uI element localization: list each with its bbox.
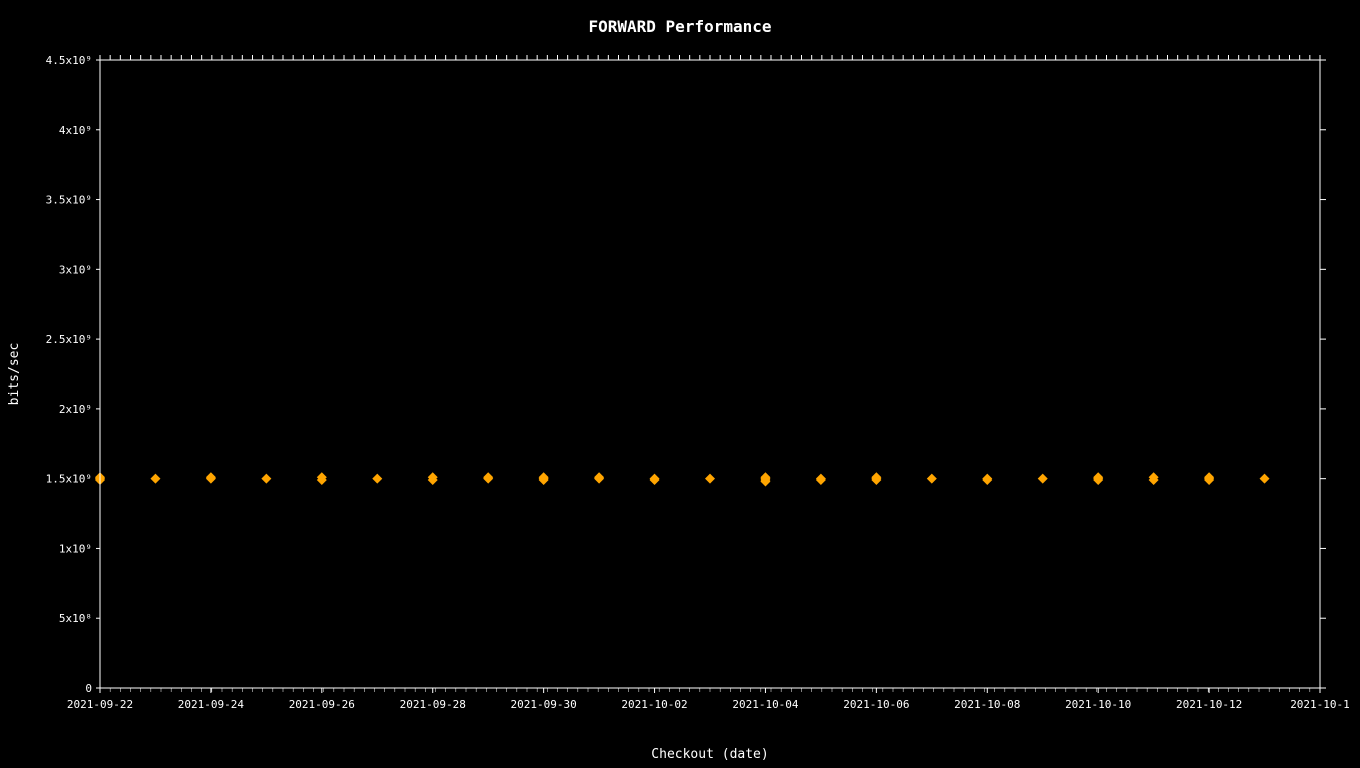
svg-text:2021-09-24: 2021-09-24 [178, 698, 245, 711]
svg-text:2021-09-30: 2021-09-30 [511, 698, 577, 711]
svg-text:2021-10-12: 2021-10-12 [1176, 698, 1242, 711]
svg-text:3.5x10⁹: 3.5x10⁹ [46, 194, 92, 207]
svg-text:1x10⁹: 1x10⁹ [59, 542, 92, 555]
svg-text:2021-10-06: 2021-10-06 [843, 698, 909, 711]
svg-text:3x10⁹: 3x10⁹ [59, 263, 92, 276]
svg-text:2.5x10⁹: 2.5x10⁹ [46, 333, 92, 346]
svg-text:2021-09-22: 2021-09-22 [67, 698, 133, 711]
svg-text:2021-10-10: 2021-10-10 [1065, 698, 1131, 711]
svg-text:2021-09-28: 2021-09-28 [400, 698, 466, 711]
svg-text:4x10⁹: 4x10⁹ [59, 124, 92, 137]
svg-text:5x10⁸: 5x10⁸ [59, 612, 92, 625]
svg-text:2021-10-1: 2021-10-1 [1290, 698, 1350, 711]
svg-text:Checkout (date): Checkout (date) [651, 747, 768, 762]
svg-text:0: 0 [85, 682, 92, 695]
main-chart: FORWARD Performance bits/sec Checkout (dat… [0, 0, 1360, 768]
svg-text:2x10⁹: 2x10⁹ [59, 403, 92, 416]
svg-text:2021-10-04: 2021-10-04 [732, 698, 799, 711]
svg-text:bits/sec: bits/sec [7, 343, 22, 406]
svg-text:2021-10-02: 2021-10-02 [621, 698, 687, 711]
chart-container: FORWARD Performance bits/sec Checkout (dat… [0, 0, 1360, 768]
svg-text:FORWARD Performance: FORWARD Performance [588, 17, 771, 36]
svg-text:2021-09-26: 2021-09-26 [289, 698, 355, 711]
svg-text:4.5x10⁹: 4.5x10⁹ [46, 54, 92, 67]
svg-text:1.5x10⁹: 1.5x10⁹ [46, 473, 92, 486]
svg-text:2021-10-08: 2021-10-08 [954, 698, 1020, 711]
